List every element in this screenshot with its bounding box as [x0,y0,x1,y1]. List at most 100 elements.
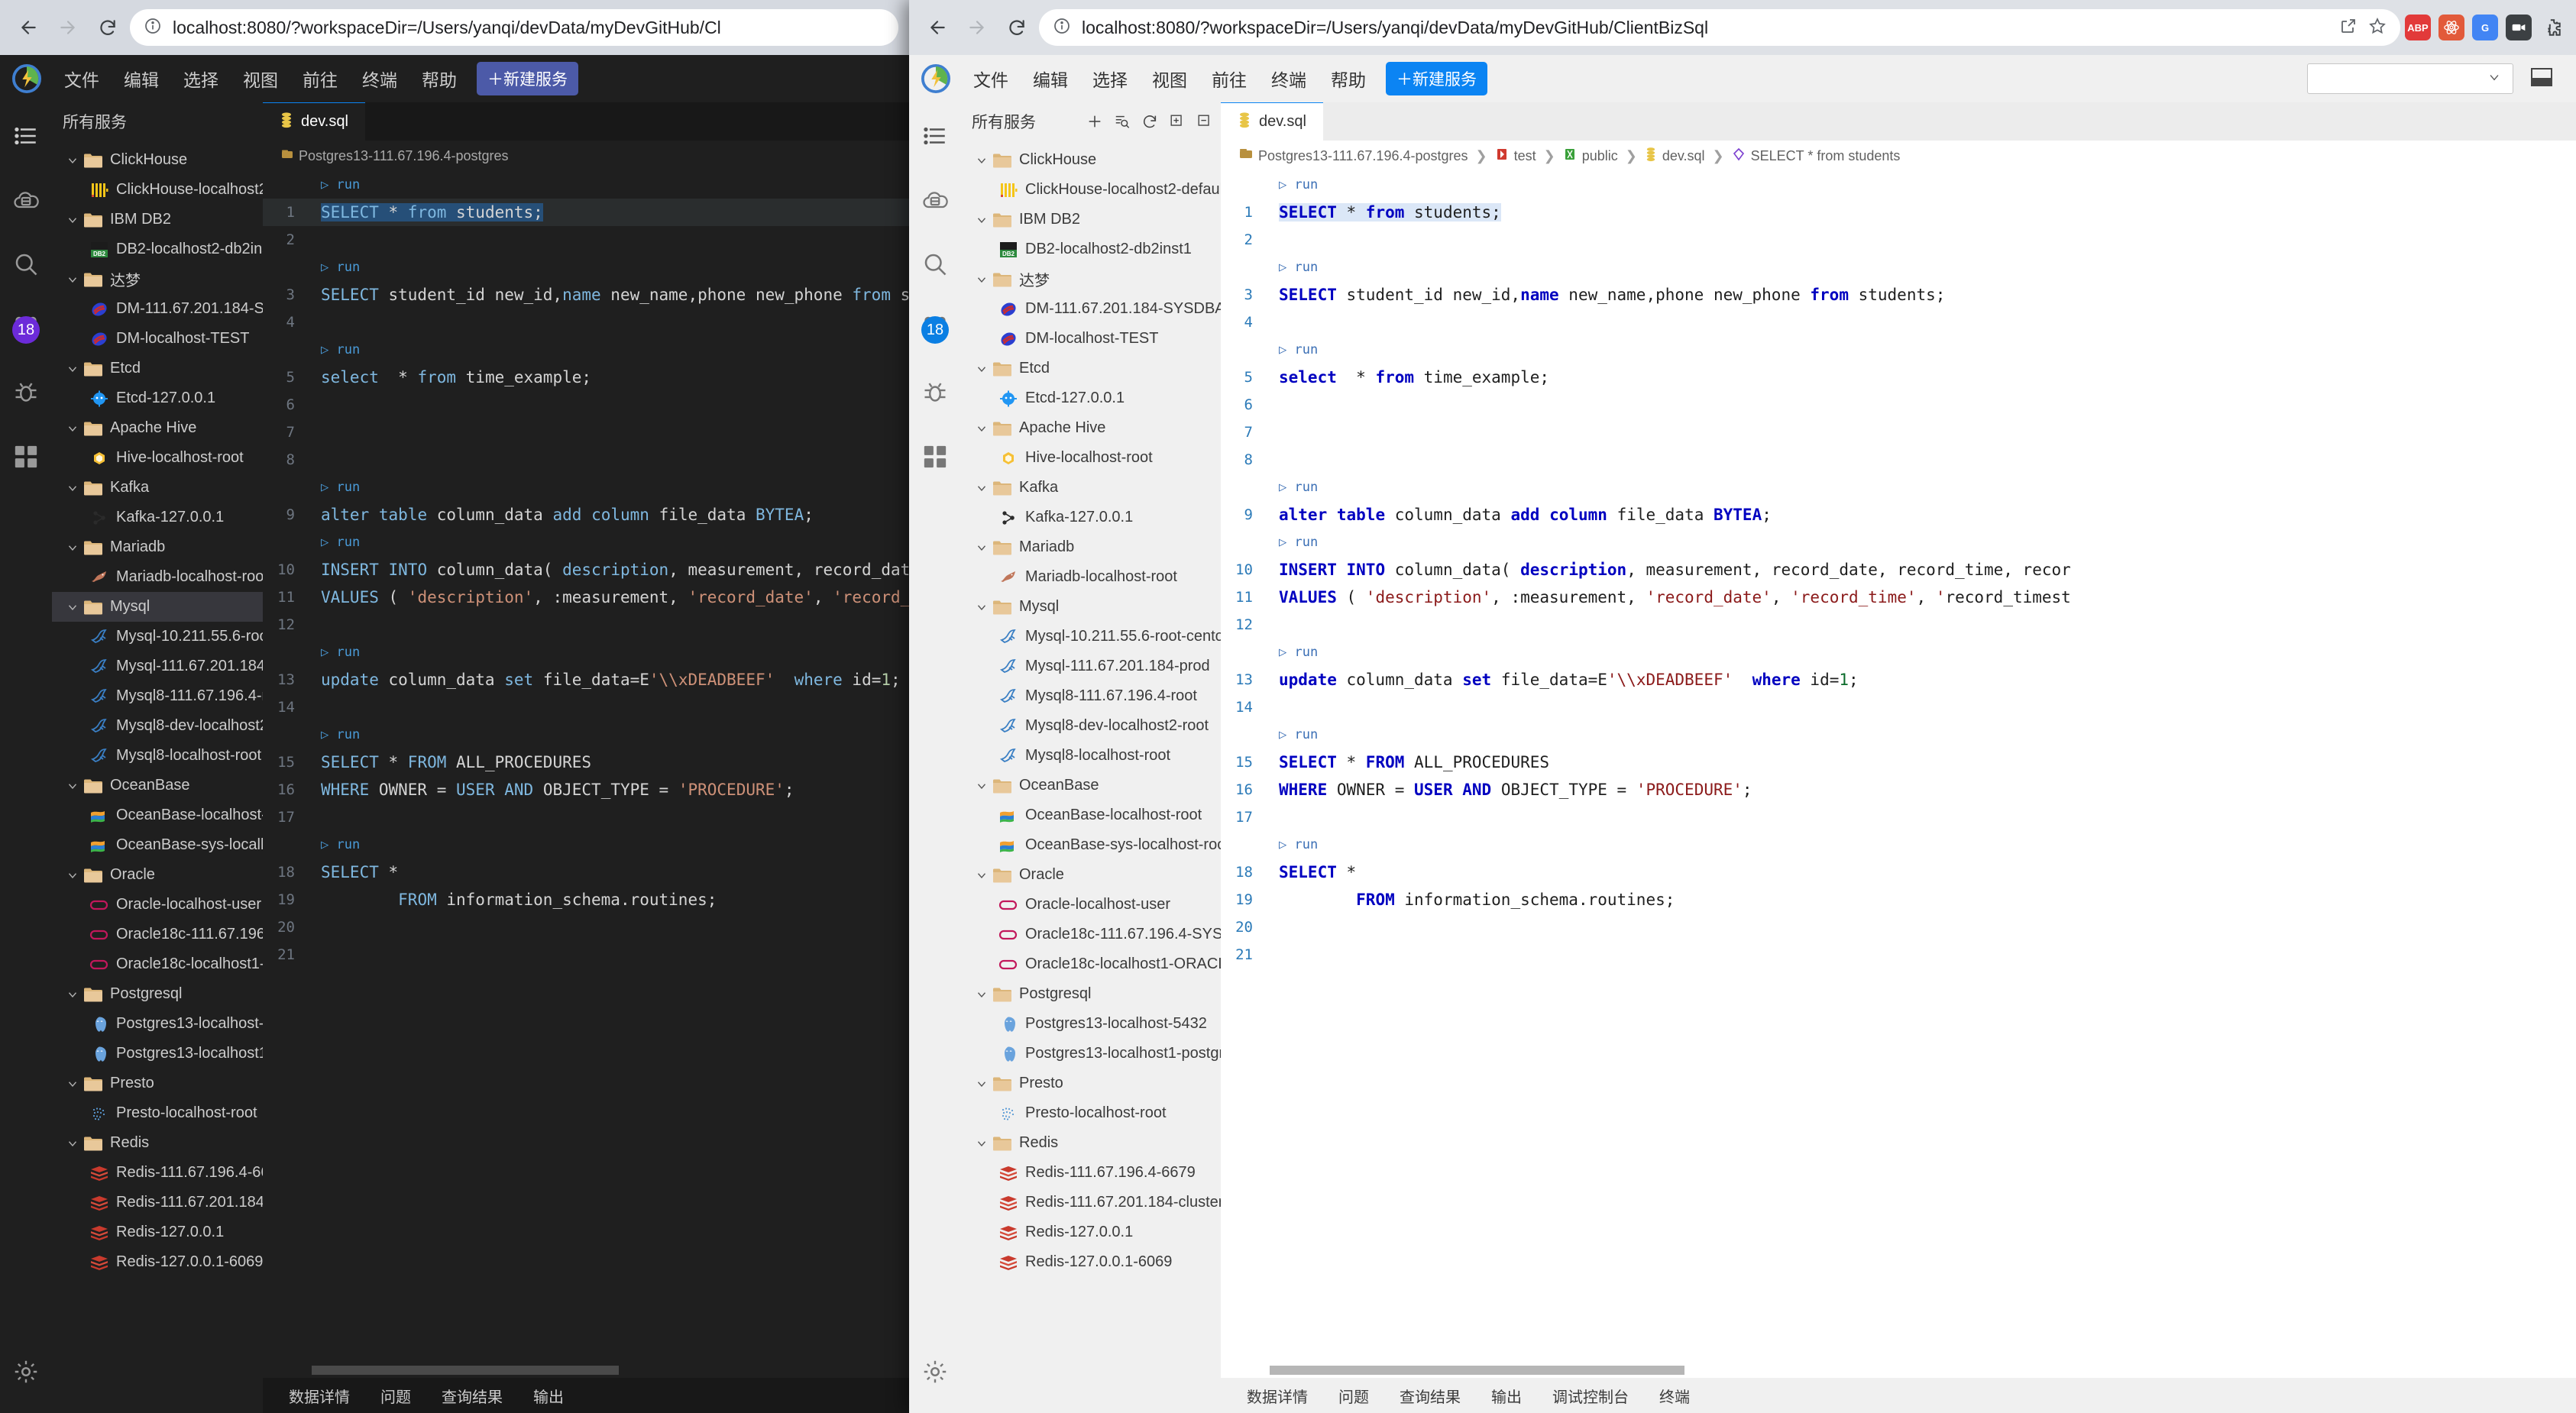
tree-group-row[interactable]: Redis [52,1128,263,1158]
extensions-icon[interactable] [918,440,952,474]
tree-leaf-row[interactable]: Mysql8-localhost-root [52,741,263,771]
tree-leaf-row[interactable]: Redis-111.67.196.4-6679 [961,1158,1221,1188]
tree-leaf-row[interactable]: Oracle18c-111.67.196.4-SYS [961,920,1221,949]
tree-leaf-row[interactable]: Postgres13-localhost1-postgres [52,1039,263,1069]
code-line[interactable]: 11VALUES ( 'description', :measurement, … [263,584,909,611]
run-codelens-link[interactable]: ▷ run [263,474,360,501]
screen-recorder-extension-icon[interactable] [2506,15,2532,40]
tree-leaf-row[interactable]: Redis-111.67.201.184-cluster [52,1188,263,1217]
breadcrumb-item[interactable]: Postgres13-111.67.196.4-postgres [1239,147,1468,165]
panel-tab[interactable]: 数据详情 [1247,1385,1308,1407]
menu-help[interactable]: 帮助 [1319,62,1378,95]
source-control-icon[interactable]: 18 [918,312,952,345]
code-line[interactable]: 4 [263,309,909,336]
breadcrumb-item[interactable]: dev.sql [1645,147,1705,166]
code-line[interactable]: 21 [263,941,909,968]
code-line[interactable]: 21 [1221,941,2576,968]
services-tree-left[interactable]: ClickHouseClickHouse-localhost2-defaultI… [52,141,263,1413]
tree-leaf-row[interactable]: DM-111.67.201.184-SYSDBA [961,294,1221,324]
tree-leaf-row[interactable]: Redis-127.0.0.1-6069 [961,1247,1221,1277]
chevron-down-icon[interactable] [972,154,992,167]
tree-group-row[interactable]: Redis [961,1128,1221,1158]
menu-go[interactable]: 前往 [290,62,350,95]
code-line[interactable]: 7 [263,419,909,446]
run-codelens-link[interactable]: ▷ run [1221,336,1318,364]
tree-leaf-row[interactable]: Postgres13-localhost1-postgres [961,1039,1221,1069]
chevron-down-icon[interactable] [63,1077,83,1091]
forward-arrow-icon[interactable] [960,10,995,45]
tree-leaf-row[interactable]: DM-111.67.201.184-SYSDBA [52,294,263,324]
tree-leaf-row[interactable]: Mysql8-111.67.196.4-root [961,681,1221,711]
tree-group-row[interactable]: Postgresql [961,979,1221,1009]
code-line[interactable]: 4 [1221,309,2576,336]
expand-all-icon[interactable] [1169,113,1186,130]
panel-tab[interactable]: 调试控制台 [1552,1385,1629,1407]
tree-leaf-row[interactable]: Oracle-localhost-user [52,890,263,920]
back-arrow-icon[interactable] [11,10,46,45]
run-codelens-link[interactable]: ▷ run [1221,529,1318,556]
menu-terminal[interactable]: 终端 [350,62,409,95]
code-line[interactable]: 13update column_data set file_data=E'\\x… [263,666,909,694]
tree-leaf-row[interactable]: Oracle-localhost-user [961,890,1221,920]
code-line[interactable]: 12 [1221,611,2576,639]
google-translate-extension-icon[interactable]: G [2472,15,2498,40]
tree-leaf-row[interactable]: DM-localhost-TEST [52,324,263,354]
tree-group-row[interactable]: Apache Hive [961,413,1221,443]
tree-group-row[interactable]: Etcd [961,354,1221,383]
debug-icon[interactable] [9,376,43,409]
reload-icon[interactable] [999,10,1034,45]
code-line[interactable]: 5select * from time_example; [263,364,909,391]
run-codelens-link[interactable]: ▷ run [263,171,360,199]
tree-leaf-row[interactable]: DB2DB2-localhost2-db2inst1 [52,234,263,264]
code-line[interactable]: 1SELECT * from students; [1221,199,2576,226]
tree-group-row[interactable]: 达梦 [52,264,263,294]
code-line[interactable]: 12 [263,611,909,639]
panel-tab[interactable]: 输出 [1491,1385,1522,1407]
panel-tab[interactable]: 数据详情 [289,1385,350,1407]
menu-terminal[interactable]: 终端 [1259,62,1319,95]
code-line[interactable]: 10INSERT INTO column_data( description, … [263,556,909,584]
code-line[interactable]: 18SELECT * [263,858,909,886]
panel-layout-icon[interactable] [2530,67,2553,91]
code-line[interactable]: 20 [1221,913,2576,941]
chevron-down-icon[interactable] [972,541,992,555]
tree-leaf-row[interactable]: Mysql-111.67.201.184-prod [961,652,1221,681]
tree-group-row[interactable]: OceanBase [961,771,1221,800]
add-icon[interactable] [1086,113,1103,130]
breadcrumb-item[interactable]: Postgres13-111.67.196.4-postgres [281,148,509,164]
tree-leaf-row[interactable]: Oracle18c-localhost1-ORACLE [52,949,263,979]
run-codelens-link[interactable]: ▷ run [263,639,360,666]
chevron-down-icon[interactable] [63,988,83,1001]
tree-leaf-row[interactable]: Mysql8-111.67.196.4-root [52,681,263,711]
code-line[interactable]: 10INSERT INTO column_data( description, … [1221,556,2576,584]
chevron-down-icon[interactable] [972,868,992,882]
chevron-down-icon[interactable] [63,273,83,286]
tree-leaf-row[interactable]: DB2DB2-localhost2-db2inst1 [961,234,1221,264]
tree-leaf-row[interactable]: Mariadb-localhost-root [961,562,1221,592]
settings-gear-icon[interactable] [918,1355,952,1389]
new-service-button-right[interactable]: ＋新建服务 [1386,62,1487,95]
reload-icon[interactable] [90,10,125,45]
collapse-all-icon[interactable] [1196,113,1213,130]
code-line[interactable]: 9alter table column_data add column file… [263,501,909,529]
menu-edit[interactable]: 编辑 [1021,62,1080,95]
code-line[interactable]: 2 [263,226,909,254]
run-codelens-link[interactable]: ▷ run [263,336,360,364]
new-service-button-left[interactable]: ＋新建服务 [477,62,578,95]
tree-group-row[interactable]: IBM DB2 [961,205,1221,234]
chevron-down-icon[interactable] [63,422,83,435]
menu-view[interactable]: 视图 [231,62,290,95]
tree-leaf-row[interactable]: Presto-localhost-root [961,1098,1221,1128]
tree-group-row[interactable]: Oracle [52,860,263,890]
chevron-down-icon[interactable] [972,213,992,227]
address-bar-left[interactable]: localhost:8080/?workspaceDir=/Users/yanq… [130,9,898,46]
tree-leaf-row[interactable]: Mysql8-localhost-root [961,741,1221,771]
tree-leaf-row[interactable]: Etcd-127.0.0.1 [52,383,263,413]
chevron-down-icon[interactable] [972,988,992,1001]
react-devtools-extension-icon[interactable] [2438,15,2464,40]
tree-leaf-row[interactable]: Mysql-111.67.201.184-prod [52,652,263,681]
chevron-down-icon[interactable] [63,481,83,495]
refresh-icon[interactable] [1141,113,1158,130]
tree-leaf-row[interactable]: OceanBase-localhost-root [961,800,1221,830]
code-line[interactable]: 14 [1221,694,2576,721]
